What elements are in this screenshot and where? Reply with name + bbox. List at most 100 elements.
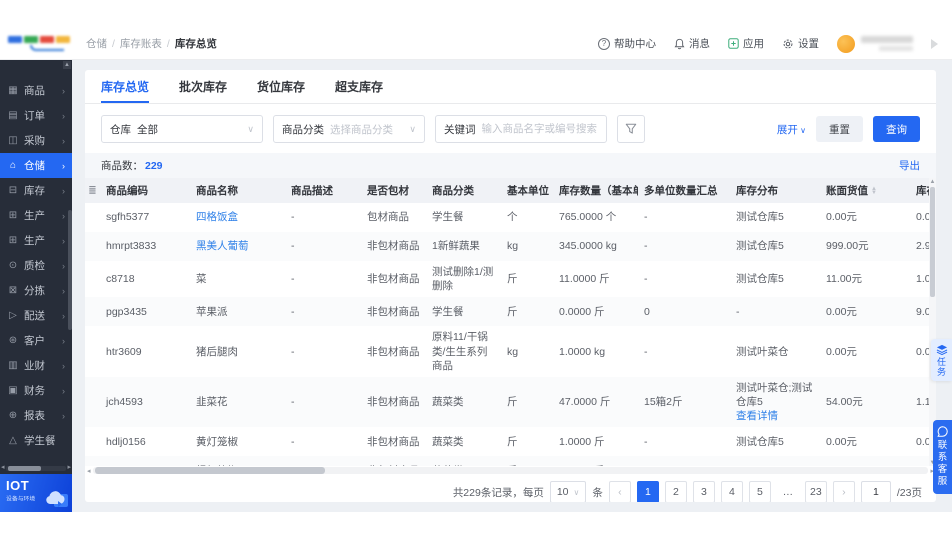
page-button-last[interactable]: 23: [804, 481, 827, 502]
warehouse-label: 仓库: [110, 123, 131, 136]
page-button-3[interactable]: 3: [692, 481, 715, 502]
messages-button[interactable]: 消息: [674, 36, 710, 51]
total-records-label: 共229条记录，每页: [452, 486, 544, 499]
sidebar-item-delivery[interactable]: ▷ 配送 ›: [0, 303, 72, 328]
company-logo: [8, 36, 70, 51]
iot-cloud-icon: [46, 491, 68, 507]
apps-button[interactable]: 应用: [728, 36, 764, 51]
col-header-value[interactable]: 账面货值 ▲ ▼: [820, 178, 910, 203]
settings-button[interactable]: 设置: [782, 36, 819, 51]
settings-label: 设置: [798, 38, 819, 50]
cell-name: 黄灯笼椒: [196, 435, 238, 448]
product-name-link[interactable]: 黑美人葡萄: [196, 240, 249, 252]
page-button-4[interactable]: 4: [720, 481, 743, 502]
per-page-select[interactable]: 10 ∨: [549, 481, 587, 502]
table-row[interactable]: pgp3435苹果派-非包材商品学生餐斤0.0000 斤0-0.00元9.00元: [85, 297, 936, 327]
product-count-value: 229: [145, 159, 163, 172]
reset-button[interactable]: 重置: [816, 116, 863, 142]
table-row[interactable]: hmrpt3833 黑美人葡萄 - 非包材商品 1新鲜蔬果 kg 345.0000 kg - 测…: [85, 232, 936, 261]
cell-name: 苹果派: [196, 305, 228, 318]
breadcrumb-current: 库存总览: [174, 38, 217, 50]
category-placeholder: 选择商品分类: [330, 123, 393, 136]
sidebar-item-customers[interactable]: ⊛ 客户 ›: [0, 328, 72, 353]
prev-page-button[interactable]: ‹: [608, 481, 631, 502]
table-row[interactable]: jch4593 韭菜花 - 非包材商品 蔬菜类斤 47.0000 斤 15箱2斤 测试叶菜仓;…: [85, 376, 936, 428]
sidebar-item-goods[interactable]: ▦ 商品 ›: [0, 78, 72, 103]
sidebar-horizontal-scrollbar[interactable]: ◂ ▸: [0, 464, 72, 472]
view-details-link[interactable]: 查看详情: [736, 410, 778, 422]
sidebar-item-sorting[interactable]: ⊠ 分拣 ›: [0, 278, 72, 303]
funnel-icon: [625, 123, 637, 134]
iot-panel[interactable]: IOT 设备与环境: [0, 474, 72, 512]
student-meal-icon: △: [9, 435, 17, 446]
sidebar-scroll-up-icon[interactable]: ▲: [63, 61, 71, 69]
sidebar-item-reports[interactable]: ⊕ 报表 ›: [0, 403, 72, 428]
table-row[interactable]: kdlj9105绿灯笼椒-非包材商品蔬菜类斤0.0000 斤0-0.00元0.0…: [85, 456, 936, 466]
col-header-qty[interactable]: 库存数量（基本单位）▲▼: [553, 178, 638, 203]
next-page-button[interactable]: ›: [832, 481, 855, 502]
sidebar-item-label: 生产: [24, 210, 45, 222]
search-button[interactable]: 查询: [873, 116, 920, 142]
customer-icon: ⊛: [8, 335, 18, 346]
chat-icon: [937, 426, 948, 437]
scroll-left-icon[interactable]: ◂: [87, 467, 91, 475]
table-header-row: ≣ 商品编码 商品名称 商品描述 是否包材 商品分类 基本单位 库存数量（基本单…: [85, 178, 936, 203]
bell-icon: [674, 38, 685, 49]
scroll-left-icon[interactable]: ◂: [1, 464, 5, 472]
sidebar-item-orders[interactable]: ▤ 订单 ›: [0, 103, 72, 128]
help-center-button[interactable]: ? 帮助中心: [598, 36, 656, 51]
qc-icon: ⊙: [8, 260, 18, 271]
column-settings-icon[interactable]: ≣: [85, 178, 100, 203]
category-select[interactable]: 商品分类 选择商品分类 ∨: [273, 115, 425, 143]
scroll-up-icon[interactable]: ▲: [929, 178, 936, 186]
sidebar-item-finance[interactable]: ▣ 财务 ›: [0, 378, 72, 403]
chevron-right-icon: ›: [62, 210, 65, 221]
table-row[interactable]: htr3609 猪后腿肉 - 非包材商品 原料11/干锅类/生生系列商品 kg 1.0000…: [85, 326, 936, 377]
chevron-right-icon: ›: [62, 310, 65, 321]
sidebar-item-student-meal[interactable]: △ 学生餐: [0, 428, 72, 453]
tab-inventory-overview[interactable]: 库存总览: [101, 70, 150, 103]
expand-filters-link[interactable]: 展开 ∨: [777, 122, 806, 137]
table-row[interactable]: c8718 菜 - 非包材商品 测试删除1/测删除斤 11.0000 斤 - 测试仓库5 11.…: [85, 261, 936, 297]
breadcrumb-root[interactable]: 仓储: [86, 36, 107, 51]
sidebar-item-production-2[interactable]: ⊞ 生产 ›: [0, 228, 72, 253]
tab-location-inventory[interactable]: 货位库存: [257, 70, 305, 103]
user-menu[interactable]: [837, 34, 913, 53]
table-row[interactable]: hdlj0156 黄灯笼椒 - 非包材商品 蔬菜类斤 1.0000 斤 - 测试仓库5 0.00…: [85, 427, 936, 456]
page-button-1[interactable]: 1: [636, 481, 659, 502]
cell-name: 韭菜花: [196, 396, 228, 409]
page-jump-input[interactable]: [860, 481, 891, 502]
advanced-filter-button[interactable]: [617, 115, 645, 143]
sidebar-item-qc[interactable]: ⊙ 质检 ›: [0, 253, 72, 278]
page-button-2[interactable]: 2: [664, 481, 687, 502]
warehouse-select[interactable]: 仓库 全部 ∨: [101, 115, 263, 143]
gear-icon: [783, 39, 793, 48]
tab-overdraft-inventory[interactable]: 超支库存: [335, 70, 383, 103]
table-row[interactable]: sgfh5377 四格饭盒 - 包材商品 学生餐个 765.0000 个 - 测试仓库5 0.0…: [85, 203, 936, 232]
tab-batch-inventory[interactable]: 批次库存: [179, 70, 227, 103]
page-button-5[interactable]: 5: [748, 481, 771, 502]
sidebar-item-label: 配送: [24, 310, 45, 322]
col-header-dist: 库存分布: [730, 178, 820, 203]
sidebar-item-inventory[interactable]: ⊟ 库存 ›: [0, 178, 72, 203]
sidebar-item-label: 分拣: [24, 285, 45, 297]
product-name-link[interactable]: 四格饭盒: [196, 211, 238, 223]
sidebar-item-purchase[interactable]: ◫ 采购 ›: [0, 128, 72, 153]
customer-service-float-button[interactable]: 联 系 客 服: [933, 420, 952, 494]
sidebar-item-business-finance[interactable]: ▥ 业财 ›: [0, 353, 72, 378]
breadcrumb-parent[interactable]: 库存账表: [120, 36, 162, 51]
finance-icon: ▣: [8, 385, 18, 396]
tasks-float-button[interactable]: 任务: [931, 339, 952, 381]
table-horizontal-scrollbar[interactable]: ◂ ▸: [85, 466, 936, 475]
export-link[interactable]: 导出: [899, 158, 920, 173]
keyword-input[interactable]: [481, 123, 598, 135]
help-icon: ?: [598, 37, 610, 50]
sidebar-item-warehouse[interactable]: ⌂ 仓储 ›: [0, 153, 72, 178]
sidebar-item-production[interactable]: ⊞ 生产 ›: [0, 203, 72, 228]
sort-icon[interactable]: ▲ ▼: [871, 186, 877, 196]
sidebar-vertical-scrollbar[interactable]: [68, 210, 72, 330]
chevron-right-icon: ›: [62, 110, 65, 121]
scrollbar-thumb[interactable]: [94, 467, 325, 474]
keyword-field[interactable]: 关键词: [435, 115, 607, 143]
scroll-right-icon[interactable]: ▸: [67, 464, 71, 472]
